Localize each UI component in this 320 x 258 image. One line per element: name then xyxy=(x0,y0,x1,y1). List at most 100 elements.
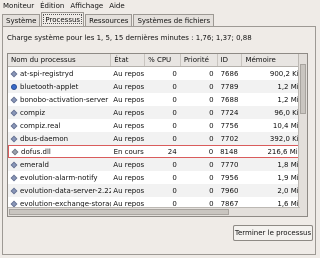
process-state: Au repos xyxy=(113,121,145,130)
menu-moniteur[interactable]: Moniteur xyxy=(3,2,34,10)
process-cpu: 0 xyxy=(172,82,177,91)
tab-bar: Système Processus Ressources Systèmes de… xyxy=(2,12,215,26)
process-icon xyxy=(10,187,18,194)
process-icon xyxy=(10,122,18,129)
process-cpu: 0 xyxy=(172,95,177,104)
process-name-cell: evolution-data-server-2.22 xyxy=(8,187,111,195)
table-row[interactable]: compiz.real Au repos 0 0 7756 10,4 Mio xyxy=(8,119,307,132)
process-cpu: 0 xyxy=(172,186,177,195)
process-icon xyxy=(10,161,18,168)
process-priority: 0 xyxy=(209,69,214,78)
process-icon xyxy=(10,109,18,116)
column-header-cpu[interactable]: % CPU xyxy=(145,54,181,66)
process-name: evolution-alarm-notify xyxy=(20,173,98,182)
process-priority: 0 xyxy=(209,121,214,130)
vertical-scroll-thumb[interactable] xyxy=(300,64,306,114)
column-header-priority[interactable]: Priorité xyxy=(181,54,218,66)
process-cpu: 24 xyxy=(167,147,177,156)
table-row[interactable]: bluetooth-applet Au repos 0 0 7789 1,2 Mio xyxy=(8,80,307,93)
table-row[interactable]: compiz Au repos 0 0 7724 96,0 Kio xyxy=(8,106,307,119)
process-icon xyxy=(10,200,18,207)
process-state: Au repos xyxy=(113,95,145,104)
process-cpu: 0 xyxy=(172,69,177,78)
column-header-state[interactable]: État xyxy=(111,54,146,66)
process-icon xyxy=(10,96,18,103)
table-row[interactable]: at-spi-registryd Au repos 0 0 7686 900,2 Kio xyxy=(8,67,307,80)
process-state: Au repos xyxy=(113,173,145,182)
process-name: bluetooth-applet xyxy=(20,82,79,91)
process-name: compiz.real xyxy=(20,121,61,130)
process-priority: 0 xyxy=(209,186,214,195)
process-state: Au repos xyxy=(113,134,145,143)
vertical-scrollbar[interactable] xyxy=(298,54,307,216)
end-process-button[interactable]: Terminer le processus xyxy=(233,225,313,241)
process-name-cell: compiz.real xyxy=(8,122,111,130)
process-id: 7724 xyxy=(220,108,239,117)
tab-ressources[interactable]: Ressources xyxy=(85,14,133,26)
process-id: 7688 xyxy=(220,95,239,104)
process-state: Au repos xyxy=(113,82,145,91)
process-cpu: 0 xyxy=(172,108,177,117)
process-id: 7789 xyxy=(220,82,239,91)
horizontal-scroll-thumb[interactable] xyxy=(9,209,229,215)
process-name-cell: dbus-daemon xyxy=(8,135,111,143)
process-priority: 0 xyxy=(208,147,214,156)
process-name: evolution-data-server-2.22 xyxy=(20,186,112,195)
process-state: Au repos xyxy=(113,108,145,117)
table-row[interactable]: dofus.dll En cours 24 0 8148 216,6 Mio xyxy=(8,145,307,158)
process-list[interactable]: Nom du processus État % CPU Priorité ID … xyxy=(7,53,308,217)
table-row[interactable]: evolution-data-server-2.22 Au repos 0 0 7960… xyxy=(8,184,307,197)
menu-aide[interactable]: Aide xyxy=(109,2,124,10)
menu-bar: Moniteur Édition Affichage Aide xyxy=(0,0,320,11)
process-id: 7702 xyxy=(220,134,239,143)
process-cpu: 0 xyxy=(172,121,177,130)
process-id: 7960 xyxy=(220,186,239,195)
process-memory: 216,6 Mio xyxy=(267,147,303,156)
table-row[interactable]: dbus-daemon Au repos 0 0 7702 392,0 Kio xyxy=(8,132,307,145)
process-id: 8148 xyxy=(220,147,238,156)
process-priority: 0 xyxy=(209,134,214,143)
process-priority: 0 xyxy=(209,95,214,104)
tab-systemes-de-fichiers[interactable]: Systèmes de fichiers xyxy=(133,14,215,26)
process-name: emerald xyxy=(20,160,49,169)
process-name: dofus.dll xyxy=(21,147,51,156)
process-icon xyxy=(10,174,18,181)
process-name-cell: evolution-alarm-notify xyxy=(8,174,111,182)
process-name: bonobo-activation-server xyxy=(20,95,109,104)
process-name-cell: emerald xyxy=(8,161,111,169)
process-name-cell: bonobo-activation-server xyxy=(8,96,111,104)
process-priority: 0 xyxy=(209,173,214,182)
process-priority: 0 xyxy=(209,82,214,91)
process-state: Au repos xyxy=(113,69,145,78)
process-name-cell: compiz xyxy=(8,109,111,117)
process-rows: at-spi-registryd Au repos 0 0 7686 900,2 Kio b… xyxy=(8,67,307,210)
column-header-id[interactable]: ID xyxy=(218,54,243,66)
process-id: 7756 xyxy=(220,121,239,130)
process-icon xyxy=(10,70,18,77)
tab-systeme[interactable]: Système xyxy=(2,14,41,26)
process-name: at-spi-registryd xyxy=(20,69,74,78)
process-priority: 0 xyxy=(209,160,214,169)
table-row[interactable]: evolution-alarm-notify Au repos 0 0 7956 1,9 … xyxy=(8,171,307,184)
process-cpu: 0 xyxy=(172,134,177,143)
process-id: 7770 xyxy=(220,160,239,169)
horizontal-scrollbar[interactable] xyxy=(8,207,300,216)
tab-processus[interactable]: Processus xyxy=(41,12,85,26)
process-state: Au repos xyxy=(113,160,145,169)
process-state: Au repos xyxy=(113,186,145,195)
process-state: En cours xyxy=(113,147,144,156)
process-priority: 0 xyxy=(209,108,214,117)
process-cpu: 0 xyxy=(172,160,177,169)
process-name-cell: bluetooth-applet xyxy=(8,83,111,91)
menu-edition[interactable]: Édition xyxy=(40,2,64,10)
column-header-name[interactable]: Nom du processus xyxy=(8,54,112,66)
table-row[interactable]: bonobo-activation-server Au repos 0 0 7688 1,… xyxy=(8,93,307,106)
process-icon xyxy=(11,148,19,155)
process-cpu: 0 xyxy=(172,173,177,182)
menu-affichage[interactable]: Affichage xyxy=(70,2,103,10)
process-name-cell: at-spi-registryd xyxy=(8,70,111,78)
process-name: compiz xyxy=(20,108,46,117)
process-id: 7686 xyxy=(220,69,239,78)
process-id: 7956 xyxy=(220,173,239,182)
table-row[interactable]: emerald Au repos 0 0 7770 1,8 Mio xyxy=(8,158,307,171)
